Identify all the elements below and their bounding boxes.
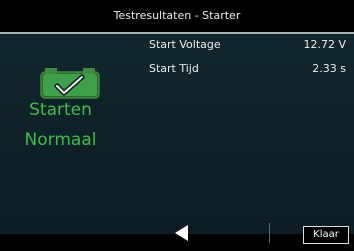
start-time-label: Start Tijd [149, 62, 199, 75]
footer-divider [269, 223, 270, 243]
status-line-1: Starten [29, 100, 92, 120]
status-line-2: Normaal [24, 130, 97, 150]
start-time-value: 2.33 s [312, 62, 346, 75]
title-bar: Testresultaten - Starter [0, 0, 354, 34]
done-button[interactable]: Klaar [303, 226, 349, 244]
start-voltage-label: Start Voltage [149, 38, 221, 51]
left-arrow-icon[interactable] [175, 225, 188, 241]
results-panel: Starten Normaal Start Voltage 12.72 V St… [0, 34, 354, 234]
start-voltage-value: 12.72 V [303, 38, 346, 51]
battery-check-icon [40, 64, 102, 100]
screen: Testresultaten - Starter Starten Normaal… [0, 0, 354, 251]
window-title: Testresultaten - Starter [113, 9, 241, 22]
